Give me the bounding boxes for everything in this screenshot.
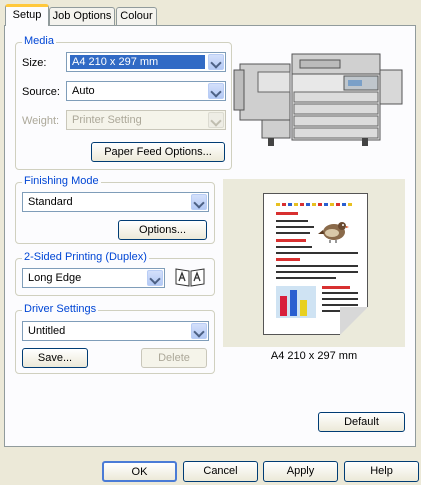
preview-text-line: [276, 232, 310, 234]
preview-text-line: [276, 277, 336, 279]
source-label: Source:: [22, 86, 60, 98]
chevron-down-icon[interactable]: [208, 83, 224, 99]
finishing-mode-value: Standard: [28, 196, 73, 208]
preview-text-line: [276, 220, 308, 222]
preview-text-line: [276, 252, 358, 254]
default-button[interactable]: Default: [318, 412, 405, 432]
chevron-down-icon[interactable]: [191, 323, 207, 339]
color-dots-row: [276, 203, 354, 206]
source-dropdown[interactable]: Auto: [66, 81, 226, 101]
duplex-value: Long Edge: [28, 272, 82, 284]
paper-feed-options-button[interactable]: Paper Feed Options...: [91, 142, 225, 162]
chevron-down-icon[interactable]: [147, 270, 163, 286]
page-preview-thumbnail: [263, 193, 368, 335]
chevron-down-icon[interactable]: [191, 194, 207, 210]
preview-text-line: [276, 212, 298, 215]
preview-text-line: [322, 292, 358, 294]
preview-text-line: [276, 226, 314, 228]
preview-text-line: [322, 304, 358, 306]
preview-text-line: [276, 258, 300, 261]
preview-text-line: [276, 271, 358, 273]
size-label: Size:: [22, 57, 47, 69]
media-legend: Media: [22, 35, 56, 47]
page-curl: [340, 307, 368, 335]
chevron-down-icon[interactable]: [208, 54, 224, 70]
preview-text-line: [276, 239, 306, 242]
cancel-button[interactable]: Cancel: [183, 461, 258, 482]
weight-value: Printer Setting: [72, 114, 142, 126]
help-button[interactable]: Help: [344, 461, 419, 482]
duplex-dropdown[interactable]: Long Edge: [22, 268, 165, 288]
tab-setup[interactable]: Setup: [5, 4, 49, 26]
duplex-book-icon: [175, 268, 205, 287]
size-value: A4 210 x 297 mm: [70, 55, 205, 69]
finishing-mode-dropdown[interactable]: Standard: [22, 192, 209, 212]
driver-settings-dropdown[interactable]: Untitled: [22, 321, 209, 341]
preview-caption: A4 210 x 297 mm: [270, 350, 358, 362]
ok-button[interactable]: OK: [102, 461, 177, 482]
preview-text-line: [276, 265, 358, 267]
apply-button[interactable]: Apply: [263, 461, 338, 482]
weight-label: Weight:: [22, 115, 60, 127]
tab-colour[interactable]: Colour: [116, 7, 157, 25]
size-dropdown[interactable]: A4 210 x 297 mm: [66, 52, 226, 72]
weight-dropdown: Printer Setting: [66, 110, 226, 130]
finishing-options-button[interactable]: Options...: [118, 220, 207, 240]
bar-chart-image: [276, 286, 316, 318]
preview-text-line: [276, 246, 312, 248]
driver-settings-value: Untitled: [28, 325, 66, 337]
save-button[interactable]: Save...: [22, 348, 88, 368]
preview-text-line: [322, 286, 350, 289]
source-value: Auto: [72, 85, 95, 97]
finishing-mode-legend: Finishing Mode: [22, 175, 101, 187]
tab-job-options[interactable]: Job Options: [49, 7, 115, 25]
delete-button: Delete: [141, 348, 207, 368]
driver-settings-legend: Driver Settings: [22, 303, 99, 315]
preview-text-line: [322, 298, 358, 300]
chevron-down-icon: [208, 112, 224, 128]
printer-image: [233, 53, 403, 146]
duplex-legend: 2-Sided Printing (Duplex): [22, 251, 149, 263]
bird-image: [318, 222, 349, 243]
